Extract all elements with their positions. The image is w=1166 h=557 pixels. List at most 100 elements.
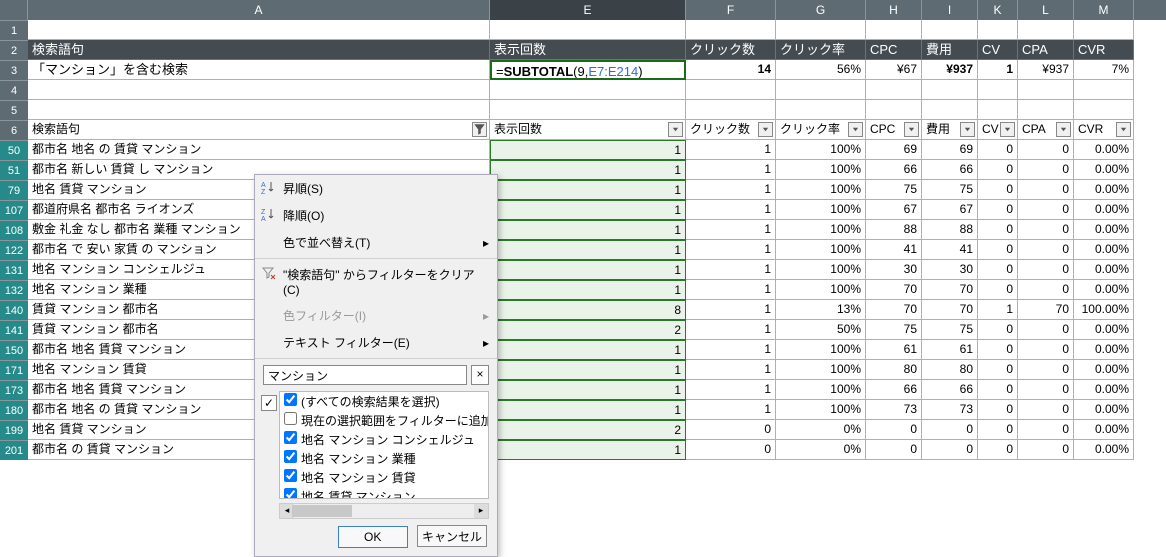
row-number[interactable]: 107 <box>0 200 28 220</box>
cell-L[interactable]: 0 <box>1018 400 1074 420</box>
cell-E[interactable]: 1 <box>490 200 686 220</box>
cell-E[interactable]: 1 <box>490 180 686 200</box>
cell-M[interactable]: 0.00% <box>1074 140 1134 160</box>
cell-F[interactable]: 1 <box>686 160 776 180</box>
cell-G[interactable]: 100% <box>776 200 866 220</box>
dropdown-icon[interactable] <box>904 122 919 137</box>
cell-L[interactable]: 0 <box>1018 240 1074 260</box>
cell-F[interactable]: 1 <box>686 340 776 360</box>
col-K[interactable]: K <box>978 0 1018 20</box>
cell-L[interactable]: 0 <box>1018 200 1074 220</box>
cell-L[interactable]: 0 <box>1018 220 1074 240</box>
row-number[interactable]: 173 <box>0 380 28 400</box>
cell-M[interactable]: 0.00% <box>1074 360 1134 380</box>
cell-I[interactable]: 88 <box>922 220 978 240</box>
dropdown-icon[interactable] <box>758 122 773 137</box>
cell-L[interactable]: 0 <box>1018 320 1074 340</box>
row-number[interactable]: 131 <box>0 260 28 280</box>
row-number[interactable]: 132 <box>0 280 28 300</box>
cell-L[interactable]: 70 <box>1018 300 1074 320</box>
filter-check-item[interactable] <box>284 469 297 482</box>
cell-K[interactable]: 0 <box>978 380 1018 400</box>
cell-K[interactable]: 0 <box>978 220 1018 240</box>
cell-H[interactable]: 67 <box>866 200 922 220</box>
cell-E[interactable]: 1 <box>490 160 686 180</box>
cell-E[interactable]: 1 <box>490 380 686 400</box>
filter-search-input[interactable] <box>263 365 467 385</box>
cell-H[interactable]: 69 <box>866 140 922 160</box>
cell-E[interactable]: 1 <box>490 280 686 300</box>
cell-K[interactable]: 0 <box>978 280 1018 300</box>
hdr-E[interactable]: 表示回数 <box>490 40 686 60</box>
hdr-L[interactable]: CPA <box>1018 40 1074 60</box>
cell-F[interactable]: 1 <box>686 140 776 160</box>
hdr-A[interactable]: 検索語句 <box>28 40 490 60</box>
cell-E[interactable]: 1 <box>490 440 686 460</box>
cell-H[interactable]: 61 <box>866 340 922 360</box>
cell-G[interactable]: 100% <box>776 360 866 380</box>
filter-check-item[interactable] <box>284 488 297 499</box>
select-all-side-check[interactable]: ✓ <box>261 395 277 411</box>
cell-F[interactable]: 1 <box>686 380 776 400</box>
row-number[interactable]: 180 <box>0 400 28 420</box>
cell-L[interactable]: 0 <box>1018 360 1074 380</box>
cell-G[interactable]: 100% <box>776 280 866 300</box>
cell-H[interactable]: 73 <box>866 400 922 420</box>
cell-K[interactable]: 0 <box>978 420 1018 440</box>
row-number[interactable]: 141 <box>0 320 28 340</box>
cell-F[interactable]: 1 <box>686 260 776 280</box>
ok-button[interactable]: OK <box>338 526 408 548</box>
cell-H[interactable]: 66 <box>866 380 922 400</box>
cell-H[interactable]: 30 <box>866 260 922 280</box>
row-number[interactable]: 50 <box>0 140 28 160</box>
cell-M[interactable]: 0.00% <box>1074 420 1134 440</box>
row-number[interactable]: 108 <box>0 220 28 240</box>
cell-G[interactable]: 50% <box>776 320 866 340</box>
cell-L[interactable]: 0 <box>1018 140 1074 160</box>
cell-E[interactable]: 8 <box>490 300 686 320</box>
dropdown-icon[interactable] <box>668 122 683 137</box>
row-number[interactable]: 122 <box>0 240 28 260</box>
cell-M[interactable]: 100.00% <box>1074 300 1134 320</box>
cell-H[interactable]: 88 <box>866 220 922 240</box>
hdr-K[interactable]: CV <box>978 40 1018 60</box>
cell-I[interactable]: 70 <box>922 280 978 300</box>
cell-M[interactable]: 0.00% <box>1074 160 1134 180</box>
cell-E[interactable]: 1 <box>490 240 686 260</box>
dropdown-icon[interactable] <box>1116 122 1131 137</box>
col-F[interactable]: F <box>686 0 776 20</box>
cell-K[interactable]: 0 <box>978 140 1018 160</box>
cell-M[interactable]: 0.00% <box>1074 380 1134 400</box>
hdr-H[interactable]: CPC <box>866 40 922 60</box>
cell-G[interactable]: 100% <box>776 180 866 200</box>
cell-I[interactable]: 30 <box>922 260 978 280</box>
hdr-F[interactable]: クリック数 <box>686 40 776 60</box>
filter-check-addcurrent[interactable] <box>284 412 297 425</box>
cell-F[interactable]: 0 <box>686 440 776 460</box>
hdr-I[interactable]: 費用 <box>922 40 978 60</box>
cell-I[interactable]: 75 <box>922 180 978 200</box>
cell-H[interactable]: 41 <box>866 240 922 260</box>
cell-K[interactable]: 0 <box>978 400 1018 420</box>
col-H[interactable]: H <box>866 0 922 20</box>
cell-G[interactable]: 100% <box>776 400 866 420</box>
cell-M[interactable]: 0.00% <box>1074 440 1134 460</box>
cell-I[interactable]: 66 <box>922 380 978 400</box>
cell-F[interactable]: 1 <box>686 240 776 260</box>
cell-F[interactable]: 1 <box>686 220 776 240</box>
cell-K[interactable]: 0 <box>978 440 1018 460</box>
cell-H[interactable]: 70 <box>866 300 922 320</box>
cell-E[interactable]: 1 <box>490 260 686 280</box>
cell-M[interactable]: 0.00% <box>1074 400 1134 420</box>
cell-F[interactable]: 1 <box>686 180 776 200</box>
col-I[interactable]: I <box>922 0 978 20</box>
cell-G[interactable]: 100% <box>776 220 866 240</box>
dropdown-icon[interactable] <box>1000 122 1015 137</box>
cell-M[interactable]: 0.00% <box>1074 220 1134 240</box>
cell-M[interactable]: 0.00% <box>1074 240 1134 260</box>
col-E[interactable]: E <box>490 0 686 20</box>
summary-label[interactable]: 「マンション」を含む検索 <box>28 60 490 80</box>
cell-L[interactable]: 0 <box>1018 440 1074 460</box>
clear-search-icon[interactable]: × <box>471 365 489 385</box>
row-number[interactable]: 171 <box>0 360 28 380</box>
